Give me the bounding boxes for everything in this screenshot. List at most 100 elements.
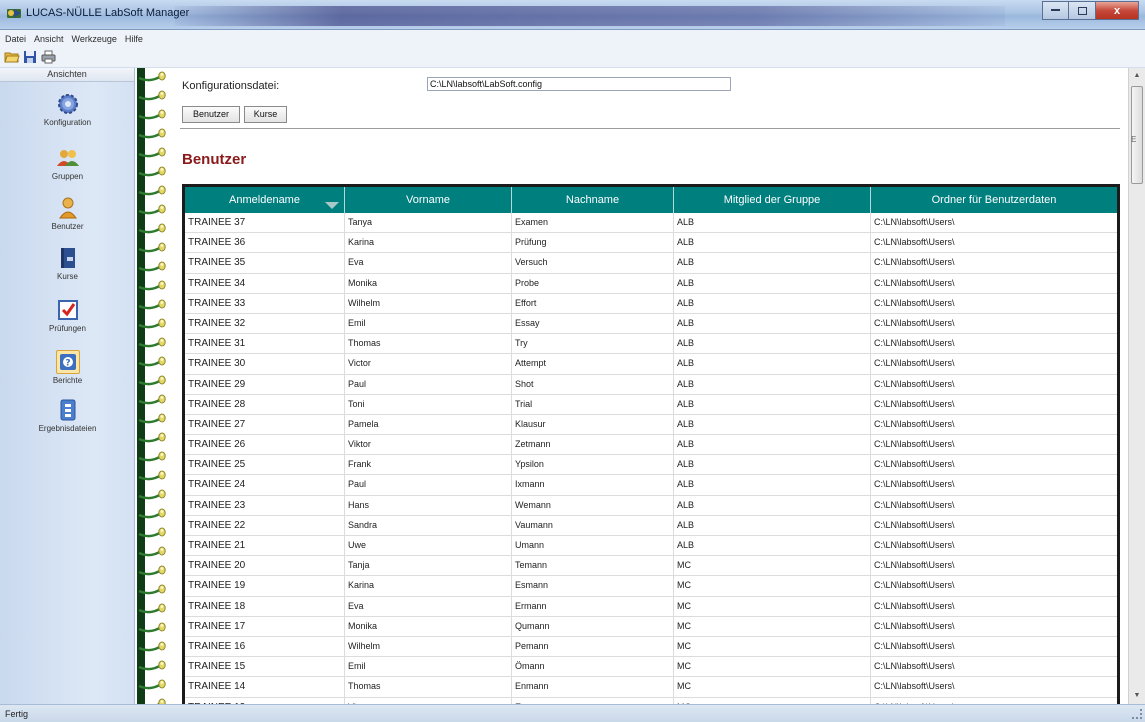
print-icon[interactable] bbox=[40, 49, 56, 65]
cell-nachname: Pemann bbox=[512, 636, 674, 657]
header-nachname[interactable]: Nachname bbox=[512, 187, 674, 213]
cell-nachname: Wemann bbox=[512, 495, 674, 515]
table-row[interactable]: TRAINEE 30 Victor Attempt ALB C:\LN\labsoft\… bbox=[185, 354, 1117, 375]
table-row[interactable]: TRAINEE 29 Paul Shot ALB C:\LN\labsoft\Users… bbox=[185, 374, 1117, 395]
status-bar: Fertig bbox=[0, 704, 1145, 722]
header-anmeldename[interactable]: Anmeldename bbox=[185, 187, 345, 213]
title-bar[interactable]: LUCAS-NÜLLE LabSoft Manager x bbox=[0, 0, 1145, 30]
spiral-ring bbox=[138, 546, 166, 557]
table-row[interactable]: TRAINEE 32 Emil Essay ALB C:\LN\labsoft\User… bbox=[185, 313, 1117, 335]
sidebar-item-berichte[interactable]: ? Berichte bbox=[0, 350, 135, 398]
config-file-input[interactable] bbox=[427, 77, 731, 91]
users-button[interactable]: Benutzer bbox=[182, 106, 240, 123]
minimize-icon bbox=[1051, 9, 1060, 11]
spiral-ring bbox=[138, 565, 166, 576]
table-row[interactable]: TRAINEE 26 Viktor Zetmann ALB C:\LN\labsoft\… bbox=[185, 435, 1117, 456]
table-row[interactable]: TRAINEE 33 Wilhelm Effort ALB C:\LN\labsoft\… bbox=[185, 293, 1117, 314]
users-table: Anmeldename Vorname Nachname Mitglied de… bbox=[182, 184, 1120, 704]
scroll-down-icon[interactable]: ▼ bbox=[1129, 688, 1145, 704]
cell-ordner: C:\LN\labsoft\Users\ bbox=[874, 640, 955, 651]
menu-datei[interactable]: Datei bbox=[5, 34, 26, 44]
cell-gruppe: ALB bbox=[674, 313, 871, 334]
cell-ordner: C:\LN\labsoft\Users\ bbox=[874, 237, 955, 248]
table-row[interactable]: TRAINEE 16 Wilhelm Pemann MC C:\LN\labsoft\U… bbox=[185, 636, 1117, 658]
table-row[interactable]: TRAINEE 28 Toni Trial ALB C:\LN\labsoft\User… bbox=[185, 394, 1117, 415]
cell-anmeldename: TRAINEE 27 bbox=[185, 414, 345, 435]
courses-button[interactable]: Kurse bbox=[244, 106, 287, 123]
cell-vorname: Viktor bbox=[345, 435, 512, 455]
close-button[interactable]: x bbox=[1095, 1, 1139, 20]
cell-ordner: C:\LN\labsoft\Users\ bbox=[874, 479, 955, 490]
cell-gruppe: ALB bbox=[674, 253, 871, 273]
menu-werkzeuge[interactable]: Werkzeuge bbox=[72, 34, 117, 44]
cell-gruppe: MC bbox=[674, 556, 871, 576]
cell-gruppe: ALB bbox=[674, 273, 871, 293]
cell-vorname: Wilhelm bbox=[345, 293, 512, 313]
table-row[interactable]: TRAINEE 27 Pamela Klausur ALB C:\LN\labsoft\… bbox=[185, 414, 1117, 436]
table-row[interactable]: TRAINEE 23 Hans Wemann ALB C:\LN\labsoft\Use… bbox=[185, 495, 1117, 516]
minimize-button[interactable] bbox=[1042, 1, 1069, 20]
header-vorname[interactable]: Vorname bbox=[345, 187, 512, 213]
spiral-ring bbox=[138, 527, 166, 538]
cell-anmeldename: TRAINEE 30 bbox=[185, 354, 345, 374]
header-ordner[interactable]: Ordner für Benutzerdaten bbox=[871, 187, 1117, 213]
cell-gruppe: ALB bbox=[674, 354, 871, 374]
table-row[interactable]: TRAINEE 37 Tanya Examen ALB C:\LN\labsoft\Us… bbox=[185, 213, 1117, 234]
menu-ansicht[interactable]: Ansicht bbox=[34, 34, 64, 44]
cell-gruppe: ALB bbox=[674, 213, 871, 233]
cell-vorname: Sandra bbox=[345, 515, 512, 535]
table-row[interactable]: TRAINEE 31 Thomas Try ALB C:\LN\labsoft\User… bbox=[185, 334, 1117, 355]
table-row[interactable]: TRAINEE 19 Karina Esmann MC C:\LN\labsoft\Us… bbox=[185, 576, 1117, 597]
spiral-ring bbox=[138, 223, 166, 234]
sidebar-item-konfiguration[interactable]: Konfiguration bbox=[0, 92, 135, 140]
cell-ordner: C:\LN\labsoft\Users\ bbox=[874, 499, 955, 510]
cell-anmeldename: TRAINEE 29 bbox=[185, 374, 345, 394]
scroll-up-icon[interactable]: ▲ bbox=[1129, 68, 1145, 84]
table-row[interactable]: TRAINEE 24 Paul Ixmann ALB C:\LN\labsoft\Use… bbox=[185, 475, 1117, 496]
cell-gruppe: ALB bbox=[674, 414, 871, 435]
maximize-button[interactable] bbox=[1069, 1, 1095, 20]
cell-anmeldename: TRAINEE 15 bbox=[185, 657, 345, 677]
cell-ordner: C:\LN\labsoft\Users\ bbox=[874, 317, 955, 328]
app-window: LUCAS-NÜLLE LabSoft Manager x Datei Ansi… bbox=[0, 0, 1145, 722]
table-row[interactable]: TRAINEE 17 Monika Qumann MC C:\LN\labsoft\Us… bbox=[185, 616, 1117, 637]
resize-grip-icon[interactable] bbox=[1132, 709, 1142, 719]
cell-anmeldename: TRAINEE 36 bbox=[185, 233, 345, 253]
spiral-ring bbox=[138, 90, 166, 101]
table-row[interactable]: TRAINEE 25 Frank Ypsilon ALB C:\LN\labsoft\U… bbox=[185, 455, 1117, 476]
menu-hilfe[interactable]: Hilfe bbox=[125, 34, 143, 44]
sidebar-item-ergebnisdateien[interactable]: Ergebnisdateien bbox=[0, 398, 135, 446]
vertical-scrollbar[interactable]: ▲ ▼ bbox=[1128, 68, 1145, 704]
cell-vorname: Tanja bbox=[345, 556, 512, 576]
sidebar-item-benutzer[interactable]: Benutzer bbox=[0, 196, 135, 244]
cell-vorname: Victor bbox=[345, 354, 512, 374]
header-mitglied-der-gruppe[interactable]: Mitglied der Gruppe bbox=[674, 187, 871, 213]
cell-gruppe: ALB bbox=[674, 536, 871, 556]
spiral-ring bbox=[138, 185, 166, 196]
cell-nachname: Essay bbox=[512, 313, 674, 334]
save-icon[interactable] bbox=[22, 49, 38, 65]
table-row[interactable]: TRAINEE 35 Eva Versuch ALB C:\LN\labsoft\Use… bbox=[185, 253, 1117, 274]
table-row[interactable]: TRAINEE 18 Eva Ermann MC C:\LN\labsoft\Users… bbox=[185, 596, 1117, 617]
cell-ordner: C:\LN\labsoft\Users\ bbox=[874, 519, 955, 530]
table-row[interactable]: TRAINEE 22 Sandra Vaumann ALB C:\LN\labsoft\… bbox=[185, 515, 1117, 536]
cell-anmeldename: TRAINEE 25 bbox=[185, 455, 345, 475]
cell-gruppe: ALB bbox=[674, 293, 871, 313]
table-row[interactable]: TRAINEE 34 Monika Probe ALB C:\LN\labsoft\Us… bbox=[185, 273, 1117, 294]
table-row[interactable]: TRAINEE 20 Tanja Temann MC C:\LN\labsoft\Use… bbox=[185, 556, 1117, 577]
sidebar-item-kurse[interactable]: Kurse bbox=[0, 246, 135, 294]
group-icon bbox=[56, 146, 80, 170]
table-row[interactable]: TRAINEE 21 Uwe Umann ALB C:\LN\labsoft\Users… bbox=[185, 536, 1117, 557]
cell-vorname: Karina bbox=[345, 576, 512, 596]
table-row[interactable]: TRAINEE 15 Emil Ömann MC C:\LN\labsoft\Users… bbox=[185, 657, 1117, 678]
open-folder-icon[interactable] bbox=[4, 49, 20, 65]
spiral-ring bbox=[138, 394, 166, 405]
table-row[interactable]: TRAINEE 36 Karina Prüfung ALB C:\LN\labsoft\… bbox=[185, 233, 1117, 254]
sidebar-item-pruefungen[interactable]: Prüfungen bbox=[0, 298, 135, 346]
table-row[interactable]: TRAINEE 14 Thomas Enmann MC C:\LN\labsoft\Us… bbox=[185, 677, 1117, 698]
cell-nachname: Shot bbox=[512, 374, 674, 394]
cell-ordner: C:\LN\labsoft\Users\ bbox=[874, 358, 955, 369]
separator bbox=[180, 128, 1120, 129]
sidebar-item-gruppen[interactable]: Gruppen bbox=[0, 146, 135, 194]
spiral-ring bbox=[138, 660, 166, 671]
